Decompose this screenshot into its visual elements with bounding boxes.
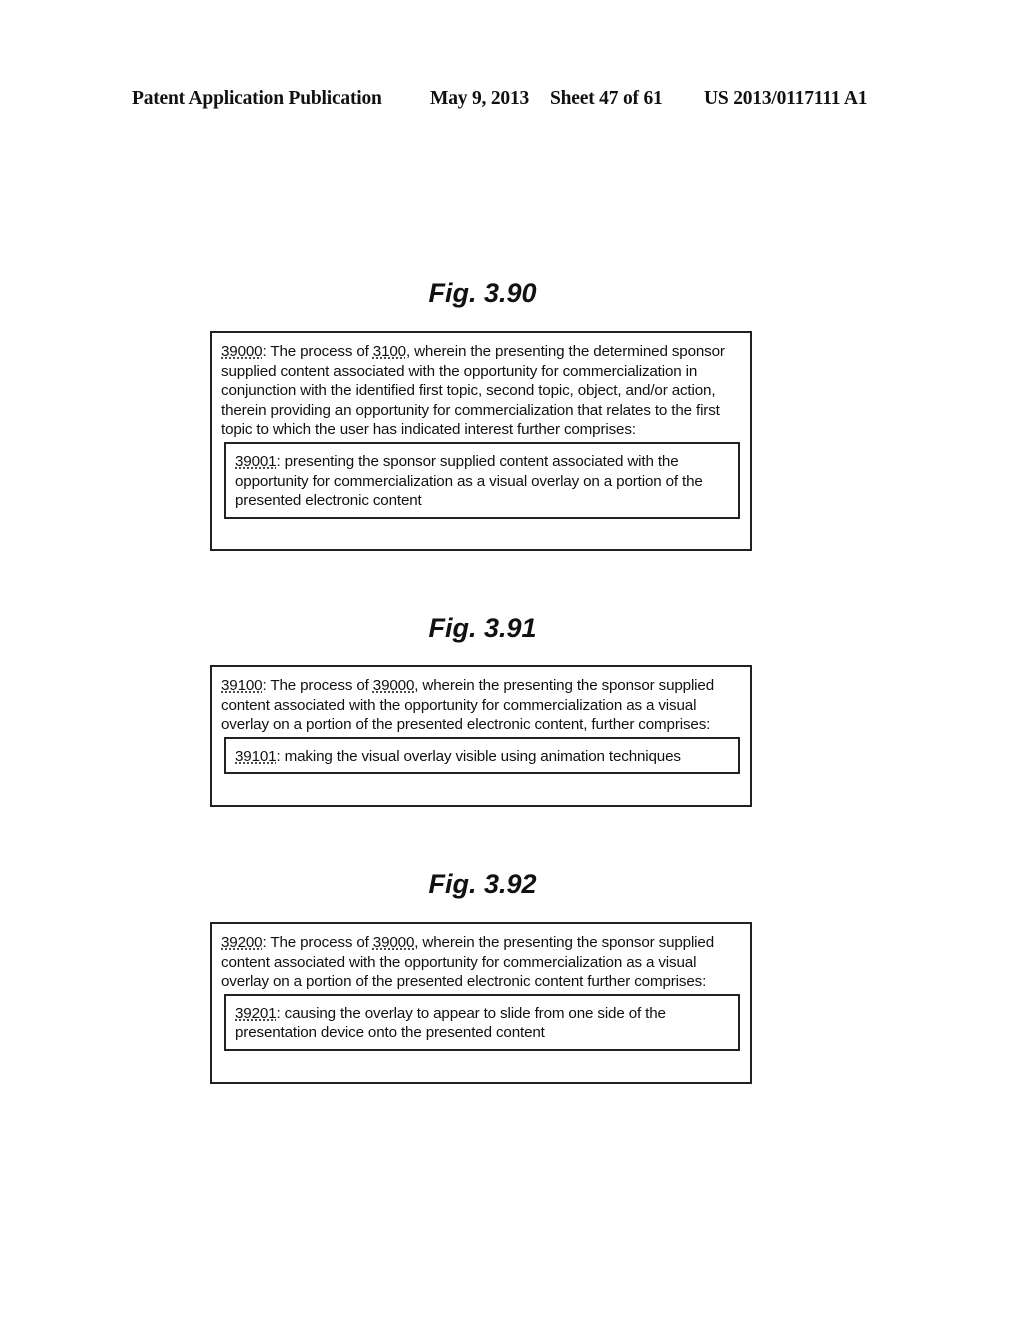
sub-step-id: 39201 — [235, 1004, 277, 1022]
publication-label: Patent Application Publication — [132, 88, 382, 109]
publication-number: US 2013/0117111 A1 — [704, 88, 868, 109]
sub-step-box: 39001: presenting the sponsor supplied c… — [224, 441, 740, 519]
parent-process-ref: 39000 — [372, 934, 415, 951]
page-header: Patent Application Publication May 9, 20… — [0, 88, 1024, 118]
sub-step-id: 39101 — [235, 747, 277, 765]
process-id: 39000 — [221, 343, 263, 360]
parent-process-ref: 39000 — [372, 677, 415, 694]
parent-process-ref: 3100 — [372, 343, 406, 360]
process-description: 39000: The process of 3100, wherein the … — [221, 343, 725, 439]
process-id: 39100 — [221, 677, 263, 694]
sub-step-text: : causing the overlay to appear to slide… — [235, 1004, 666, 1042]
process-box: 39100: The process of 39000, wherein the… — [210, 665, 752, 807]
sub-step-text: : making the visual overlay visible usin… — [276, 747, 681, 765]
figure-title: Fig. 3.92 — [428, 869, 537, 899]
figure-title: Fig. 3.90 — [428, 278, 537, 308]
sub-step-box: 39101: making the visual overlay visible… — [224, 736, 740, 775]
process-id: 39200 — [221, 934, 263, 951]
sheet-number: Sheet 47 of 61 — [550, 88, 663, 109]
process-description: 39200: The process of 39000, wherein the… — [221, 934, 714, 991]
process-box: 39200: The process of 39000, wherein the… — [210, 922, 752, 1084]
sub-step-id: 39001 — [235, 452, 277, 470]
sub-step-text: : presenting the sponsor supplied conten… — [235, 452, 703, 510]
publication-date: May 9, 2013 — [430, 88, 530, 109]
process-description: 39100: The process of 39000, wherein the… — [221, 677, 714, 734]
process-box: 39000: The process of 3100, wherein the … — [210, 331, 752, 551]
sub-step-box: 39201: causing the overlay to appear to … — [224, 993, 740, 1051]
figure-title: Fig. 3.91 — [428, 613, 537, 643]
